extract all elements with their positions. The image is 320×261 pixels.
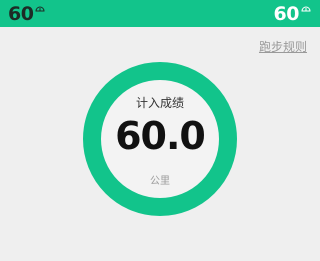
running-rules-link[interactable]: 跑步规则 <box>259 38 307 55</box>
result-unit: 公里 <box>150 176 170 187</box>
battery-icon <box>301 6 311 12</box>
status-bar: 60 60 <box>0 0 320 27</box>
status-right: 60 <box>274 3 311 25</box>
result-title: 计入成绩 <box>135 96 184 110</box>
status-left: 60 <box>8 3 45 25</box>
battery-icon <box>35 6 45 12</box>
status-left-value: 60 <box>8 3 34 25</box>
status-right-value: 60 <box>273 3 300 25</box>
result-value: 60.0 <box>115 114 206 158</box>
